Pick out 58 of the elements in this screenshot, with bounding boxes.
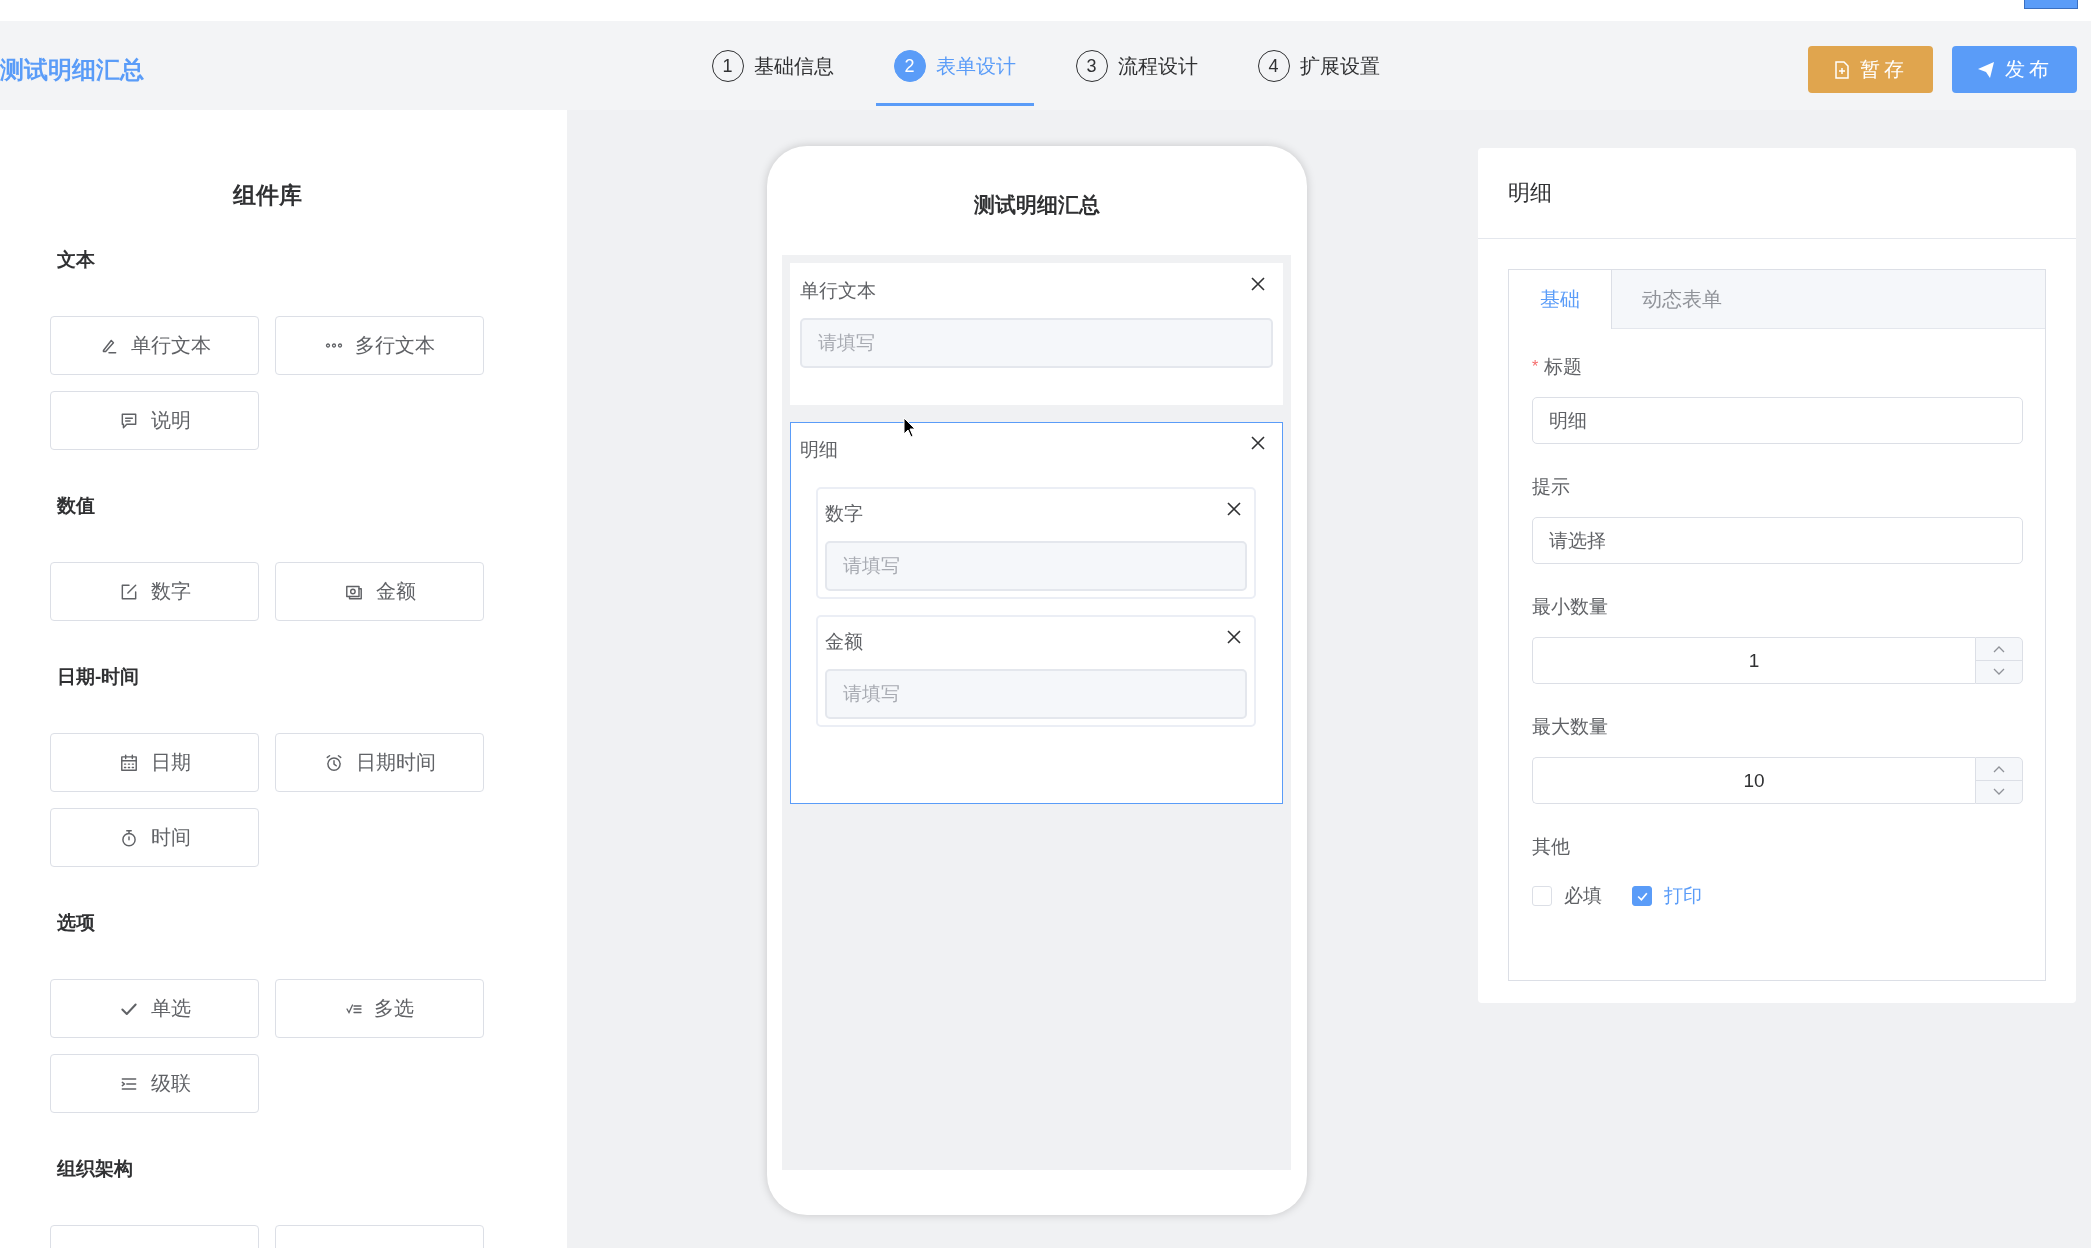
form-field-card[interactable]: 单行文本 请填写	[790, 263, 1283, 405]
step-tab[interactable]: 4 扩展设置	[1239, 29, 1398, 106]
close-icon[interactable]	[1226, 501, 1242, 517]
component-button[interactable]: 多行文本	[275, 316, 484, 375]
section-title: 数值	[57, 494, 96, 518]
text-input[interactable]: 请选择	[1532, 517, 2023, 564]
close-icon[interactable]	[1250, 276, 1266, 292]
component-button[interactable]: 数字	[50, 562, 259, 621]
form-field-card[interactable]: 数字 请填写	[816, 487, 1256, 599]
section-title: 选项	[57, 911, 96, 935]
field-label: 标题	[1544, 355, 1583, 379]
step-tab[interactable]: 1 基础信息	[693, 29, 852, 106]
component-button[interactable]: 多选	[275, 979, 484, 1038]
text-input[interactable]: 明细	[1532, 397, 2023, 444]
detail-group-card[interactable]: 明细 数字 请填写 金额 请填写	[790, 422, 1283, 804]
component-button[interactable]: 日期	[50, 733, 259, 792]
panel-title: 明细	[1508, 179, 1552, 207]
section-title: 文本	[57, 248, 96, 272]
input-field[interactable]: 请填写	[825, 541, 1247, 591]
number-input[interactable]: 1	[1532, 637, 1975, 684]
input-field[interactable]: 请填写	[800, 318, 1273, 368]
component-button[interactable]: 时间	[50, 808, 259, 867]
field-label: 数字	[825, 502, 863, 526]
stepper-control[interactable]	[1975, 637, 2023, 684]
field-label: 提示	[1532, 475, 1570, 499]
form-title: 测试明细汇总	[973, 191, 1100, 218]
close-icon[interactable]	[1226, 629, 1242, 645]
field-label: 最小数量	[1532, 595, 1608, 619]
field-label: 最大数量	[1532, 715, 1608, 739]
component-button[interactable]: 日期时间	[275, 733, 484, 792]
component-button[interactable]: 单选	[50, 979, 259, 1038]
panel-title: 组件库	[231, 181, 303, 210]
field-label: 单行文本	[800, 279, 876, 303]
form-field-card[interactable]: 金额 请填写	[816, 615, 1256, 727]
section-title: 日期-时间	[57, 665, 141, 689]
calendar-icon	[118, 752, 139, 773]
dots-icon	[324, 343, 343, 348]
checkbox[interactable]	[1632, 886, 1652, 906]
field-label: 金额	[825, 630, 863, 654]
app-title: 测试明细汇总	[0, 54, 144, 85]
component-button[interactable]: 说明	[50, 391, 259, 450]
field-label: 明细	[800, 438, 838, 462]
required-mark: *	[1532, 358, 1539, 376]
step-tab[interactable]: 3 流程设计	[1057, 29, 1216, 106]
field-label: 其他	[1532, 835, 1570, 859]
send-icon	[1976, 60, 1995, 79]
cursor-icon	[903, 417, 917, 439]
stepper-control[interactable]	[1975, 757, 2023, 804]
component-button[interactable]: 级联	[50, 1054, 259, 1113]
checkbox-label[interactable]: 必填	[1564, 883, 1602, 909]
component-button[interactable]: 单行文本	[50, 316, 259, 375]
section-title: 组织架构	[57, 1157, 134, 1181]
check-list-icon	[345, 1003, 362, 1014]
number-input[interactable]: 10	[1532, 757, 1975, 804]
close-icon[interactable]	[1250, 435, 1266, 451]
input-field[interactable]: 请填写	[825, 669, 1247, 719]
component-button[interactable]: 金额	[275, 562, 484, 621]
file-plus-icon	[1833, 60, 1850, 79]
